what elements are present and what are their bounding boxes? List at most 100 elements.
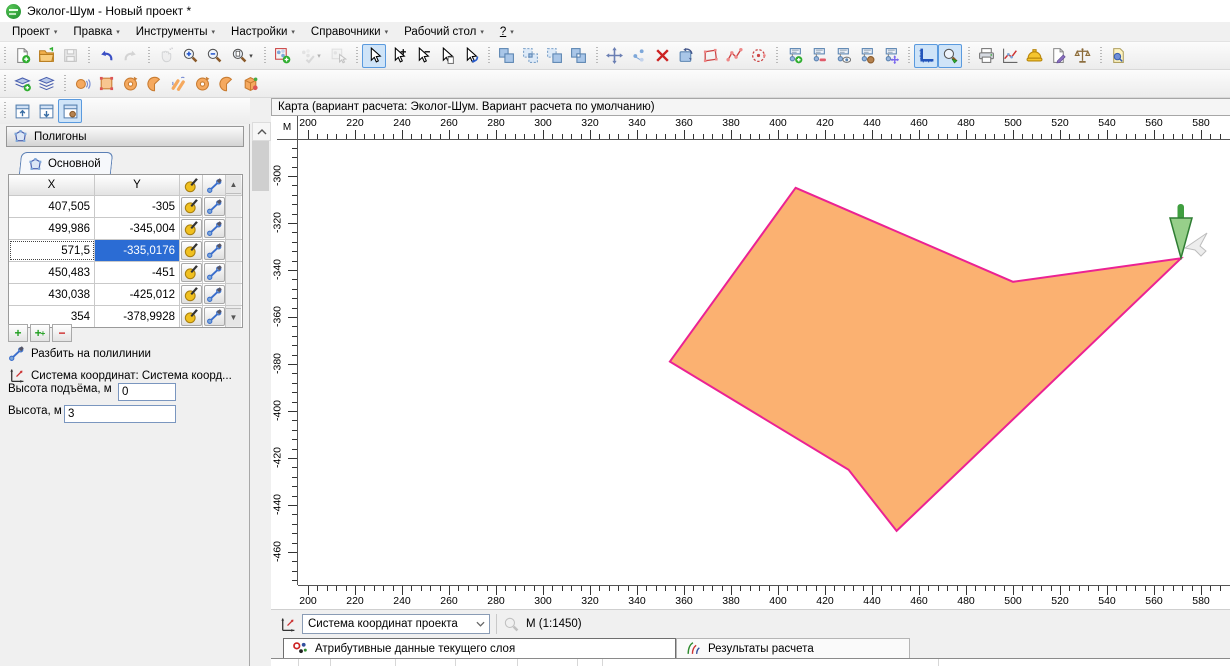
toolbar-grip[interactable] [3,47,8,65]
split-to-polylines-link[interactable]: Разбить на полилинии [8,345,151,362]
noise-source-polygon-button[interactable] [94,72,118,96]
toolbar-grip[interactable] [87,47,92,65]
table-scroll-track[interactable] [226,262,241,283]
menu-правка[interactable]: Правка▾ [65,22,127,41]
toolbar-grip[interactable] [147,47,152,65]
cell-y[interactable]: -378,9928 [95,306,180,327]
toggle-rulers-button[interactable] [914,44,938,68]
coordinate-system-select[interactable]: Система координат проекта [302,614,490,634]
toolbar-grip[interactable] [3,102,8,120]
help-document-button[interactable] [1106,44,1130,68]
rotate-object-button[interactable] [674,44,698,68]
menu-справочники[interactable]: Справочники▾ [303,22,396,41]
row-style-button[interactable] [180,306,203,327]
panel-move-up-button[interactable] [10,99,34,123]
noise-source-circle-2-button[interactable] [190,72,214,96]
cell-y[interactable]: -425,012 [95,284,180,305]
normatives-button[interactable] [1070,44,1094,68]
cell-y[interactable]: -335,0176 [95,240,180,261]
node-move-button[interactable] [878,44,902,68]
scroll-up-button[interactable] [252,122,271,141]
toolbar-grip[interactable] [3,75,8,93]
node-visibility-button[interactable] [830,44,854,68]
shape-subtract-button[interactable] [542,44,566,68]
panel-move-down-button[interactable] [34,99,58,123]
table-row[interactable]: 499,986-345,004 [9,217,242,239]
table-scroll-track[interactable] [226,284,241,305]
layers-list-button[interactable] [34,72,58,96]
toolbar-grip[interactable] [355,47,360,65]
zoom-to-selection-button[interactable] [938,44,962,68]
scrollbar-thumb[interactable] [252,141,269,191]
row-style-button[interactable] [180,196,203,217]
toolbar-grip[interactable] [775,47,780,65]
select-back-button[interactable] [458,44,482,68]
select-button[interactable] [362,44,386,68]
row-style-button[interactable] [180,240,203,261]
undo-button[interactable] [94,44,118,68]
table-row[interactable]: 571,5-335,0176 [9,239,242,261]
menu-инструменты[interactable]: Инструменты▾ [128,22,223,41]
node-style-button[interactable] [854,44,878,68]
toolbar-grip[interactable] [487,47,492,65]
draw-circle-button[interactable] [746,44,770,68]
cell-x[interactable]: 571,5 [9,240,95,261]
toolbar-grip[interactable] [595,47,600,65]
cell-y[interactable]: -305 [95,196,180,217]
table-scroll-track[interactable] [226,240,241,261]
noise-source-line-button[interactable] [166,72,190,96]
table-scroll-track[interactable] [226,218,241,239]
row-style-button[interactable] [180,218,203,239]
noise-source-special-button[interactable] [238,72,262,96]
report-button[interactable] [1046,44,1070,68]
add-object-button[interactable] [270,44,294,68]
add-layer-button[interactable] [10,72,34,96]
coordinate-system-link[interactable]: Система координат: Система коорд... [8,367,232,384]
toolbar-grip[interactable] [1099,47,1104,65]
zoom-page-button[interactable]: ▾ [226,44,258,68]
toolbar-grip[interactable] [63,75,68,93]
print-button[interactable] [974,44,998,68]
lift-height-input[interactable] [118,383,176,401]
tab-calculation-results[interactable]: Результаты расчета [676,638,910,658]
row-edit-button[interactable] [203,306,226,327]
cell-x[interactable]: 430,038 [9,284,95,305]
select-remove-button[interactable] [410,44,434,68]
scale-object-button[interactable] [626,44,650,68]
menu--[interactable]: ?▾ [492,22,522,41]
polygon-shape[interactable] [298,140,1230,585]
add-row-button[interactable]: + [8,324,28,342]
toolbar-grip[interactable] [967,47,972,65]
menu-проект[interactable]: Проект▾ [4,22,65,41]
column-header-y[interactable]: Y [95,175,180,195]
tab-main[interactable]: Основной [19,152,113,175]
row-edit-button[interactable] [203,262,226,283]
noise-source-point-button[interactable] [70,72,94,96]
row-edit-button[interactable] [203,196,226,217]
table-scroll-up[interactable]: ▲ [226,175,241,195]
column-header-x[interactable]: X [9,175,95,195]
toolbar-grip[interactable] [263,47,268,65]
table-scroll-track[interactable] [226,196,241,217]
row-edit-button[interactable] [203,218,226,239]
draw-polygon-button[interactable] [698,44,722,68]
shape-intersect-button[interactable] [518,44,542,68]
node-add-button[interactable] [782,44,806,68]
noise-source-circle-button[interactable] [118,72,142,96]
delete-object-button[interactable] [650,44,674,68]
cell-x[interactable]: 499,986 [9,218,95,239]
toolbar-grip[interactable] [907,47,912,65]
noise-source-sector-button[interactable] [142,72,166,96]
dropdown-arrow-icon[interactable]: ▾ [249,52,253,60]
cell-x[interactable]: 407,505 [9,196,95,217]
row-edit-button[interactable] [203,284,226,305]
map-canvas[interactable] [298,140,1230,585]
row-edit-button[interactable] [203,240,226,261]
insert-row-button[interactable]: ++ [30,324,50,342]
select-add-button[interactable] [386,44,410,68]
tab-attribute-data[interactable]: Атрибутивные данные текущего слоя [283,638,676,658]
table-row[interactable]: 407,505-305 [9,195,242,217]
select-page-button[interactable] [434,44,458,68]
table-scroll-down[interactable]: ▼ [226,306,241,327]
new-project-button[interactable] [10,44,34,68]
